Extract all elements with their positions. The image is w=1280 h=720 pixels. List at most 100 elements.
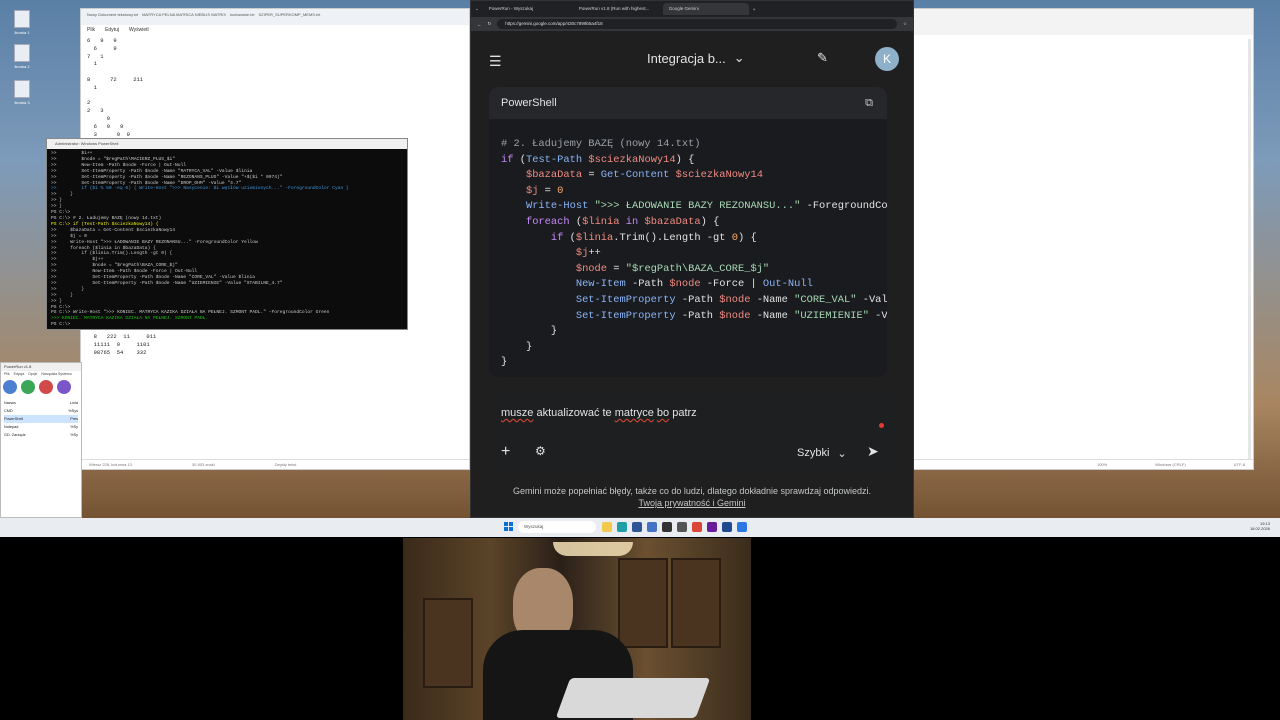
clock-date: 18.02.2026 xyxy=(1249,526,1270,531)
notepad-line: 7 1 xyxy=(87,52,104,60)
input-word: musze xyxy=(501,407,534,419)
mode-selector[interactable]: Szybki ⌄ xyxy=(797,447,847,460)
desktop-file-icon[interactable]: Ikonka 1 xyxy=(8,10,36,35)
list-item-path: %Sy xyxy=(70,433,78,437)
menu-item[interactable]: Narzędzia Systemu xyxy=(41,372,71,376)
browser-tab-active[interactable]: Google Gemini xyxy=(662,3,749,15)
notepad-tab[interactable]: Nowy Dokument tekstowy.txt xyxy=(87,12,138,22)
notepad-line xyxy=(87,68,463,76)
keyboard xyxy=(555,678,711,718)
list-item-name: Notepad xyxy=(4,425,19,429)
notepad-line: 9 xyxy=(87,114,111,122)
system-tray[interactable]: 19:13 18.02.2026 xyxy=(1250,521,1270,531)
input-word: patrz xyxy=(669,407,697,419)
send-icon[interactable]: ➤ xyxy=(867,443,879,460)
menu-icon[interactable]: ☰ xyxy=(489,53,502,70)
new-tab-icon[interactable]: + xyxy=(753,7,756,12)
notepad-tab[interactable]: MATRYCA PELNA MATRICA NIEBLIS MATRIX xyxy=(142,12,226,22)
list-item-path: %Sy xyxy=(70,425,78,429)
run-icon[interactable] xyxy=(3,380,17,394)
powershell-icon[interactable] xyxy=(722,522,732,532)
desktop-icon-label: Ikonka 3 xyxy=(14,100,30,105)
file-explorer-icon[interactable] xyxy=(602,522,612,532)
browser-tab[interactable]: PowerRun v1.8 (Run with highest... xyxy=(573,3,659,15)
desktop-file-icon[interactable]: Ikonka 3 xyxy=(8,80,36,105)
tab-menu-icon[interactable]: ⌄ xyxy=(475,6,479,12)
list-item[interactable]: GD. Zarządz. %Sy xyxy=(4,431,78,439)
powerrun-window: PowerRun v1.8 Plik Edycja Opcje Narzędzi… xyxy=(0,362,82,518)
back-icon[interactable]: ← xyxy=(477,22,482,27)
settings-icon[interactable] xyxy=(57,380,71,394)
disclaimer-text: Gemini może popełniać błędy, także co do… xyxy=(512,486,872,496)
powerrun-title: PowerRun v1.8 xyxy=(1,363,81,371)
background-window: 100% Windows (CRLF) UTF-8 xyxy=(912,8,1254,470)
list-item-name: CMD xyxy=(4,409,13,413)
notepad-line: 1 xyxy=(87,60,97,68)
input-word: bo xyxy=(656,407,670,419)
menu-item[interactable]: Opcje xyxy=(28,372,37,376)
list-item-name: PowerShell xyxy=(4,417,24,421)
new-chat-icon[interactable]: ✎ xyxy=(817,50,828,66)
remove-icon[interactable] xyxy=(39,380,53,394)
notepad-line: 8 222 11 011 xyxy=(87,333,157,341)
app-icon[interactable] xyxy=(662,522,672,532)
menu-file[interactable]: Plik xyxy=(87,27,95,33)
code-content: # 2. Ładujemy BAZĘ (nowy 14.txt) if (Tes… xyxy=(501,138,887,369)
list-item[interactable]: PowerShell Pres xyxy=(4,415,78,423)
list-item-path: Pres xyxy=(70,417,78,421)
list-item[interactable]: CMD %Sys xyxy=(4,407,78,415)
app-icon[interactable] xyxy=(632,522,642,532)
avatar[interactable]: K xyxy=(875,47,899,71)
code-block-header: PowerShell ⧉ xyxy=(489,87,887,119)
app-icon[interactable] xyxy=(707,522,717,532)
browser-tabs: ⌄ PowerRun - Wyszukaj PowerRun v1.8 (Run… xyxy=(471,1,913,17)
menu-item[interactable]: Plik xyxy=(4,372,10,376)
notepad-tab[interactable]: kodowanie.txt xyxy=(230,12,254,22)
app-icon[interactable] xyxy=(647,522,657,532)
notepad-tabs: Nowy Dokument tekstowy.txt MATRYCA PELNA… xyxy=(81,9,469,25)
status-zoom: 100% xyxy=(1096,462,1108,467)
menu-item[interactable]: Edycja xyxy=(14,372,25,376)
column-header[interactable]: Linia xyxy=(70,399,78,407)
copy-icon[interactable]: ⧉ xyxy=(865,97,873,110)
windows-start-icon[interactable] xyxy=(504,522,514,532)
browser-tab[interactable]: PowerRun - Wyszukaj xyxy=(483,3,569,15)
app-icon[interactable] xyxy=(737,522,747,532)
app-icon[interactable] xyxy=(677,522,687,532)
edge-icon[interactable] xyxy=(617,522,627,532)
chrome-icon[interactable] xyxy=(692,522,702,532)
list-header: Nazwa Linia xyxy=(4,399,78,407)
menu-view[interactable]: Wyświetl xyxy=(129,27,149,33)
powershell-console[interactable]: >> $i++ >> $node = "$regPath\MACIERZ_PLUS… xyxy=(47,149,407,330)
tools-icon[interactable]: ⚙ xyxy=(535,444,546,458)
code-block: PowerShell ⧉ # 2. Ładujemy BAZĘ (nowy 14… xyxy=(489,87,887,377)
star-icon[interactable]: ☆ xyxy=(903,21,907,27)
add-icon[interactable] xyxy=(21,380,35,394)
conversation-title-text: Integracja b... xyxy=(647,50,726,66)
prompt-input-box[interactable]: musze aktualizować te matryce bo patrz +… xyxy=(489,393,899,475)
powerrun-list: Nazwa Linia CMD %Sys PowerShell Pres Notepad %S… xyxy=(1,397,81,441)
conversation-title[interactable]: Integracja b... ⌄ xyxy=(647,50,745,66)
notepad-line: 11111 0 1101 xyxy=(87,341,150,349)
scrollbar[interactable] xyxy=(1248,39,1251,459)
chevron-down-icon: ⌄ xyxy=(733,50,745,65)
code-language: PowerShell xyxy=(501,97,557,109)
menu-edit[interactable]: Edytuj xyxy=(105,27,119,33)
notepad-tab[interactable]: SZIPER_SUPERKOMP_MEMS.txt xyxy=(258,12,320,22)
cabinet xyxy=(671,558,721,648)
column-header[interactable]: Nazwa xyxy=(4,399,16,407)
list-item-path: %Sys xyxy=(68,409,78,413)
notepad-line: 98765 54 332 xyxy=(87,348,147,356)
taskbar: Wyszukaj 19:13 18.02.2026 xyxy=(0,518,1280,537)
privacy-link[interactable]: Twoja prywatność i Gemini xyxy=(471,497,913,509)
notepad-line: 6 9 xyxy=(87,44,117,52)
list-item[interactable]: Notepad %Sy xyxy=(4,423,78,431)
taskbar-search[interactable]: Wyszukaj xyxy=(518,521,596,533)
address-bar[interactable]: https://gemini.google.com/app/430c7899b5… xyxy=(497,19,897,29)
desktop-file-icon[interactable]: Ikonka 2 xyxy=(8,44,36,69)
ceiling-lamp xyxy=(553,542,633,556)
prompt-input[interactable]: musze aktualizować te matryce bo patrz xyxy=(501,407,697,419)
disclaimer: Gemini może popełniać błędy, także co do… xyxy=(471,485,913,509)
add-attachment-icon[interactable]: + xyxy=(501,443,510,461)
reload-icon[interactable]: ↻ xyxy=(488,21,492,27)
